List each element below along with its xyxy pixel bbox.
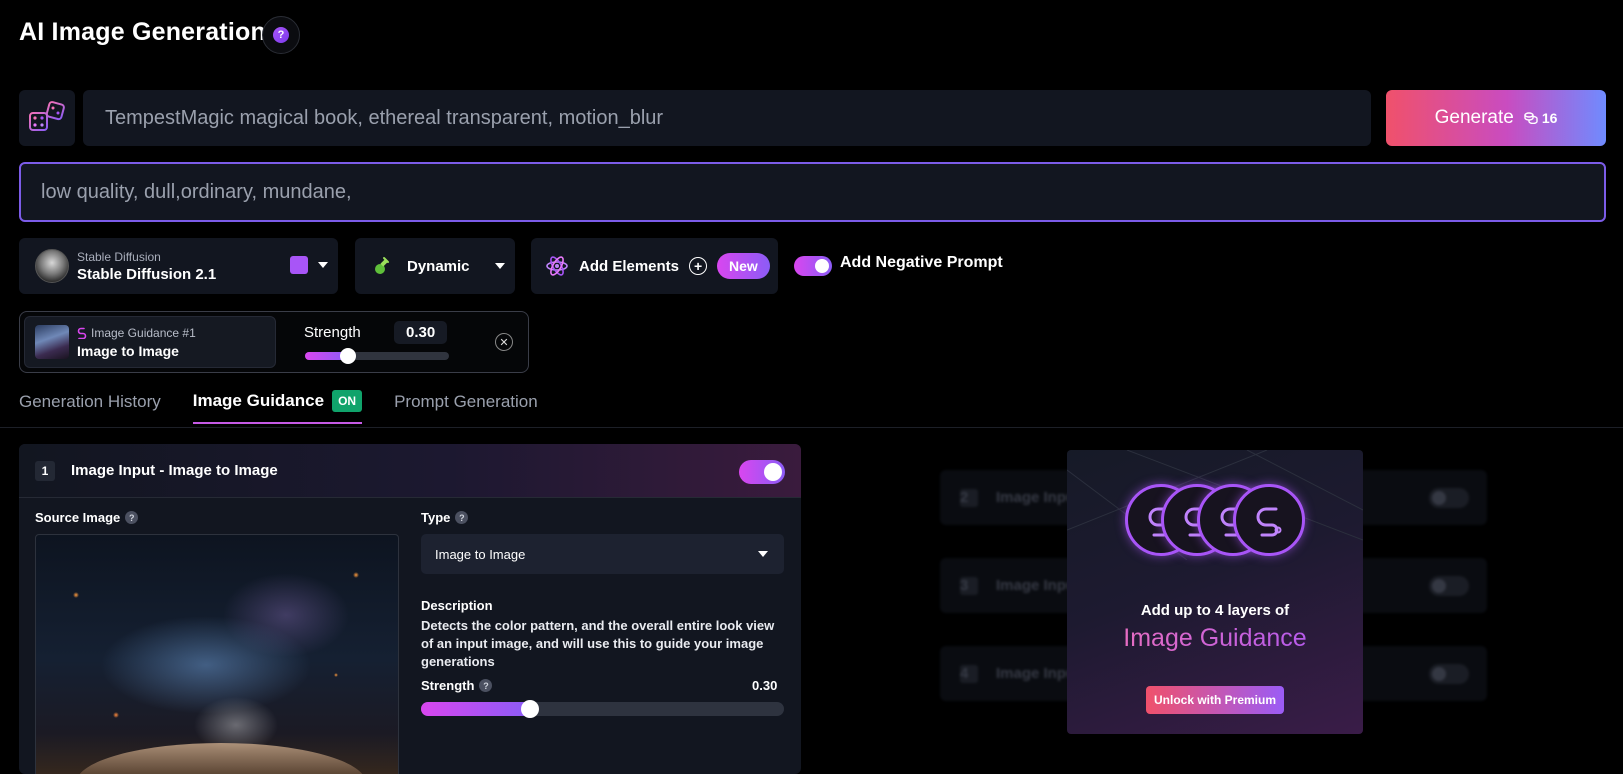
tab-generation-history[interactable]: Generation History [19,390,161,424]
premium-line2: Image Guidance [1067,624,1363,653]
strength-label-text: Strength [421,678,475,693]
random-prompt-button[interactable] [19,90,75,146]
strength-slider[interactable] [421,700,784,718]
locked-toggle [1429,576,1469,596]
plus-circle-icon: + [689,257,708,275]
link-icon [77,327,87,339]
premium-line1: Add up to 4 layers of [1140,602,1290,619]
generate-button[interactable]: Generate 16 [1386,90,1606,146]
style-label: Dynamic [407,257,470,275]
description-title: Description [421,598,493,613]
guidance-thumbnail [35,325,69,359]
chip-strength-handle[interactable] [340,348,356,364]
coins-icon [1524,112,1538,124]
source-image-text: Source Image [35,510,121,525]
style-selector[interactable]: Dynamic [355,238,515,294]
chip-strength-value: 0.30 [394,321,448,344]
new-badge: New [717,253,770,279]
guidance-sub: Image Guidance #1 [77,326,196,340]
prompt-input[interactable]: TempestMagic magical book, ethereal tran… [83,90,1371,146]
add-elements-label: Add Elements [579,257,680,275]
image-guidance-chip: Image Guidance #1 Image to Image Strengt… [19,311,529,373]
type-select-value: Image to Image [435,546,526,562]
strength-value: 0.30 [752,678,778,693]
guidance-layers-graphic [1125,484,1307,560]
on-badge: ON [332,390,363,412]
tab-image-guidance[interactable]: Image Guidance ON [192,390,363,424]
negative-prompt-toggle[interactable] [794,256,832,276]
book-shape [76,743,366,774]
strength-handle[interactable] [521,700,539,718]
locked-toggle [1429,664,1469,684]
description-text: Detects the color pattern, and the overa… [421,618,775,669]
toggle-knob [764,463,782,481]
divider [0,427,1623,428]
tab-bar: Generation History Image Guidance ON Prom… [19,390,538,424]
tab-label: Image Guidance [192,391,325,410]
help-icon[interactable]: ? [125,511,139,524]
row-number: 3 [960,576,978,595]
model-name: Stable Diffusion 2.1 [77,265,217,283]
panel-title: Image Input - Image to Image [71,462,278,479]
model-selector[interactable]: Stable Diffusion Stable Diffusion 2.1 [19,238,338,294]
image-input-panel: 1 Image Input - Image to Image Source Im… [19,444,801,774]
help-icon[interactable]: ? [455,511,469,524]
type-label-text: Type [421,510,451,525]
chip-strength-slider[interactable] [305,348,449,364]
negative-prompt-input[interactable]: low quality, dull,ordinary, mundane, [19,162,1606,222]
type-label: Type ? [421,510,469,525]
strength-label: Strength ? [421,678,493,693]
model-info-icon[interactable] [290,256,308,274]
panel-number: 1 [35,460,55,481]
guidance-layer-card[interactable]: Image Guidance #1 Image to Image [24,316,276,368]
toggle-knob [815,259,829,273]
tab-label: Prompt Generation [394,392,538,411]
link-icon [1233,484,1305,556]
help-icon[interactable]: ? [479,679,493,692]
guidance-main-label: Image to Image [77,342,179,359]
token-cost-value: 16 [1541,110,1558,126]
add-elements-button[interactable]: Add Elements + New [531,238,778,294]
page-title: AI Image Generation [19,18,266,46]
negative-prompt-toggle-label: Add Negative Prompt [840,254,1003,271]
row-number: 2 [960,488,978,507]
potion-icon [375,257,389,274]
token-cost: 16 [1524,110,1558,126]
guidance-sub-label: Image Guidance #1 [91,325,196,340]
model-avatar [35,249,69,283]
strength-fill [421,702,530,716]
image-input-toggle[interactable] [739,460,785,484]
tab-prompt-generation[interactable]: Prompt Generation [394,390,538,424]
unlock-premium-button[interactable]: Unlock with Premium [1146,686,1284,714]
chevron-down-icon [758,551,768,557]
premium-upsell-card: Add up to 4 layers of Image Guidance Unl… [1067,450,1363,734]
question-icon: ? [273,27,289,43]
panel-header: 1 Image Input - Image to Image [19,444,801,498]
source-image[interactable] [35,534,399,774]
chip-strength-label: Strength [304,324,361,341]
model-family: Stable Diffusion [77,249,161,264]
source-image-label: Source Image ? [35,510,139,525]
row-number: 4 [960,664,978,683]
tab-label: Generation History [19,392,161,411]
chevron-down-icon [495,263,505,269]
type-select[interactable]: Image to Image [421,534,784,574]
help-button[interactable]: ? [262,16,300,54]
dice-icon [29,101,65,131]
close-icon[interactable]: ✕ [495,333,513,351]
generate-label: Generate [1434,107,1514,128]
atom-icon [546,256,568,276]
locked-toggle [1429,488,1469,508]
chevron-down-icon [318,262,328,268]
